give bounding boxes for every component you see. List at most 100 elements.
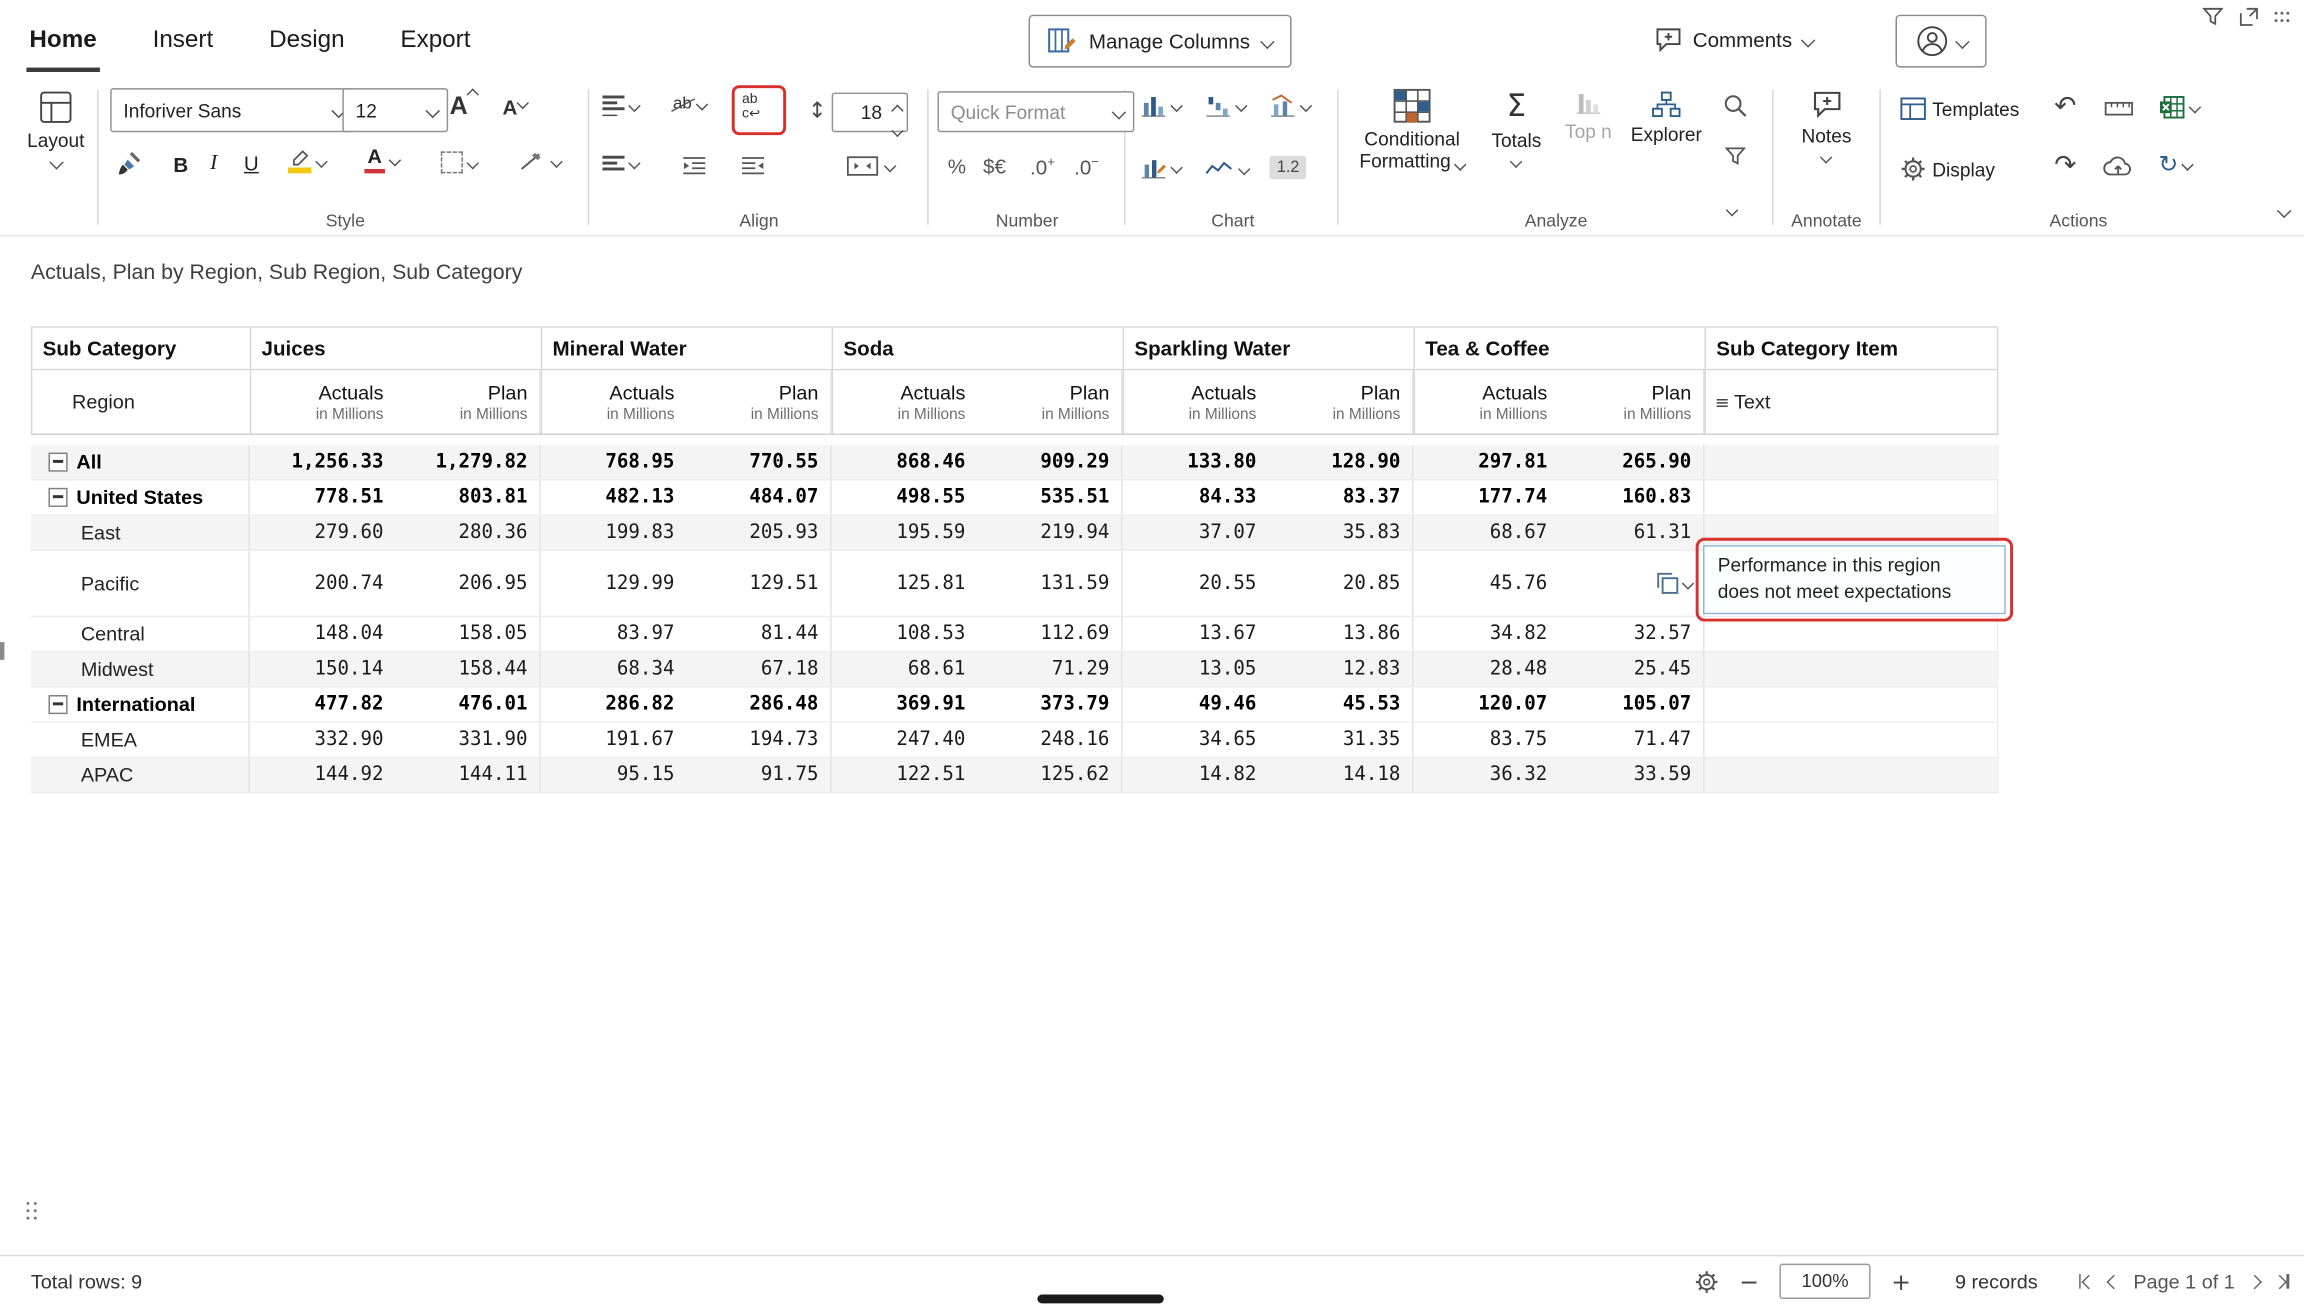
value-cell[interactable]: 286.82: [541, 688, 686, 722]
value-cell[interactable]: 279.60: [250, 516, 395, 550]
value-cell[interactable]: 200.74: [250, 551, 395, 616]
group-header-cell[interactable]: Soda: [832, 328, 1123, 369]
value-cell[interactable]: 148.04: [250, 617, 395, 651]
value-cell[interactable]: 13.67: [1123, 617, 1268, 651]
collapse-ribbon-button[interactable]: [2279, 197, 2289, 223]
account-button[interactable]: [1896, 15, 1987, 68]
row-height-stepper-down[interactable]: [893, 115, 901, 141]
value-cell[interactable]: 191.67: [541, 723, 686, 757]
value-cell[interactable]: 32.57: [1559, 617, 1704, 651]
value-cell[interactable]: 868.46: [832, 445, 977, 479]
value-cell[interactable]: 205.93: [686, 516, 831, 550]
value-cell[interactable]: 909.29: [977, 445, 1122, 479]
value-cell[interactable]: 150.14: [250, 652, 395, 686]
row-label-cell[interactable]: United States: [31, 480, 250, 514]
row-label-cell[interactable]: International: [31, 688, 250, 722]
value-cell[interactable]: 369.91: [832, 688, 977, 722]
row-label-cell[interactable]: APAC: [31, 758, 250, 792]
expand-icon[interactable]: [2239, 7, 2258, 26]
value-cell[interactable]: 482.13: [541, 480, 686, 514]
first-page-button[interactable]: [2079, 1274, 2094, 1289]
notes-button[interactable]: Notes: [1788, 91, 1864, 161]
value-cell[interactable]: 120.07: [1414, 688, 1559, 722]
percent-format-button[interactable]: %: [948, 154, 966, 178]
collapse-icon[interactable]: [48, 488, 67, 507]
zoom-level[interactable]: 100%: [1780, 1264, 1871, 1299]
filter-button[interactable]: [1725, 147, 1746, 166]
measure-header-cell[interactable]: Planin Millions: [977, 370, 1122, 433]
export-excel-button[interactable]: [2159, 96, 2199, 120]
value-cell[interactable]: 133.80: [1123, 445, 1268, 479]
search-button[interactable]: [1724, 94, 1748, 118]
value-cell[interactable]: 768.95: [541, 445, 686, 479]
manage-columns-button[interactable]: Manage Columns: [1029, 15, 1292, 68]
item-cell[interactable]: [1704, 617, 1998, 651]
value-cell[interactable]: 128.90: [1268, 445, 1413, 479]
value-cell[interactable]: 68.67: [1414, 516, 1559, 550]
horizontal-align-button[interactable]: [602, 96, 638, 117]
value-cell[interactable]: 36.32: [1414, 758, 1559, 792]
display-button[interactable]: Display: [1900, 156, 1995, 182]
borders-button[interactable]: [441, 151, 477, 173]
value-cell[interactable]: 477.82: [250, 688, 395, 722]
tab-home[interactable]: Home: [26, 21, 99, 72]
value-cell[interactable]: 13.05: [1123, 652, 1268, 686]
group-header-cell[interactable]: Juices: [250, 328, 541, 369]
value-cell[interactable]: 122.51: [832, 758, 977, 792]
wrap-text-button-highlighted[interactable]: ab c↩: [732, 85, 786, 135]
value-cell[interactable]: 144.11: [395, 758, 540, 792]
italic-button[interactable]: I: [210, 151, 217, 176]
last-page-button[interactable]: [2274, 1274, 2289, 1289]
value-cell[interactable]: 265.90: [1559, 445, 1704, 479]
row-label-cell[interactable]: Midwest: [31, 652, 250, 686]
value-cell[interactable]: 297.81: [1414, 445, 1559, 479]
value-cell[interactable]: 13.86: [1268, 617, 1413, 651]
decrease-indent-button[interactable]: [680, 156, 708, 175]
ruler-button[interactable]: [2103, 100, 2135, 118]
value-cell[interactable]: 95.15: [541, 758, 686, 792]
row-label-cell[interactable]: Central: [31, 617, 250, 651]
cell-note[interactable]: Performance in this region does not meet…: [1703, 545, 2006, 614]
group-header-cell[interactable]: Sparkling Water: [1123, 328, 1414, 369]
font-name-select[interactable]: Inforiver Sans: [110, 88, 354, 132]
value-cell[interactable]: 144.92: [250, 758, 395, 792]
more-options-icon[interactable]: [2275, 12, 2290, 22]
value-cell[interactable]: 129.99: [541, 551, 686, 616]
value-cell[interactable]: 81.44: [686, 617, 831, 651]
measure-header-cell[interactable]: Planin Millions: [395, 370, 540, 433]
measure-header-cell[interactable]: Actualsin Millions: [832, 370, 977, 433]
value-cell[interactable]: 83.97: [541, 617, 686, 651]
value-cell[interactable]: 71.29: [977, 652, 1122, 686]
format-painter-button[interactable]: [115, 150, 144, 179]
value-cell[interactable]: 105.07: [1559, 688, 1704, 722]
value-cell[interactable]: 778.51: [250, 480, 395, 514]
group-header-cell[interactable]: Tea & Coffee: [1414, 328, 1705, 369]
value-cell[interactable]: 112.69: [977, 617, 1122, 651]
bold-button[interactable]: B: [173, 153, 188, 177]
decrease-font-size-button[interactable]: A: [503, 96, 527, 120]
value-cell[interactable]: 195.59: [832, 516, 977, 550]
value-cell[interactable]: 34.65: [1123, 723, 1268, 757]
value-cell[interactable]: 45.53: [1268, 688, 1413, 722]
value-cell[interactable]: 247.40: [832, 723, 977, 757]
underline-button[interactable]: U: [244, 151, 259, 175]
value-cell[interactable]: 498.55: [832, 480, 977, 514]
item-column-header-cell[interactable]: Sub Category Item: [1704, 328, 1998, 369]
number-format-badge-button[interactable]: 1.2: [1270, 156, 1307, 180]
value-cell[interactable]: 28.48: [1414, 652, 1559, 686]
comments-button[interactable]: Comments: [1655, 16, 1813, 63]
value-cell[interactable]: 484.07: [686, 480, 831, 514]
value-cell[interactable]: 125.81: [832, 551, 977, 616]
value-cell[interactable]: 770.55: [686, 445, 831, 479]
refresh-button[interactable]: ↻: [2159, 150, 2193, 178]
zoom-in-button[interactable]: +: [1891, 1267, 1911, 1295]
measure-header-cell[interactable]: Actualsin Millions: [541, 370, 686, 433]
font-size-select[interactable]: 12: [342, 88, 448, 132]
filter-icon[interactable]: [2203, 7, 2224, 26]
value-cell[interactable]: 206.95: [395, 551, 540, 616]
currency-format-button[interactable]: $€: [983, 154, 1006, 178]
undo-button[interactable]: ↶: [2054, 91, 2076, 122]
highlight-color-button[interactable]: [288, 148, 325, 172]
value-cell[interactable]: 108.53: [832, 617, 977, 651]
item-cell[interactable]: [1704, 480, 1998, 514]
